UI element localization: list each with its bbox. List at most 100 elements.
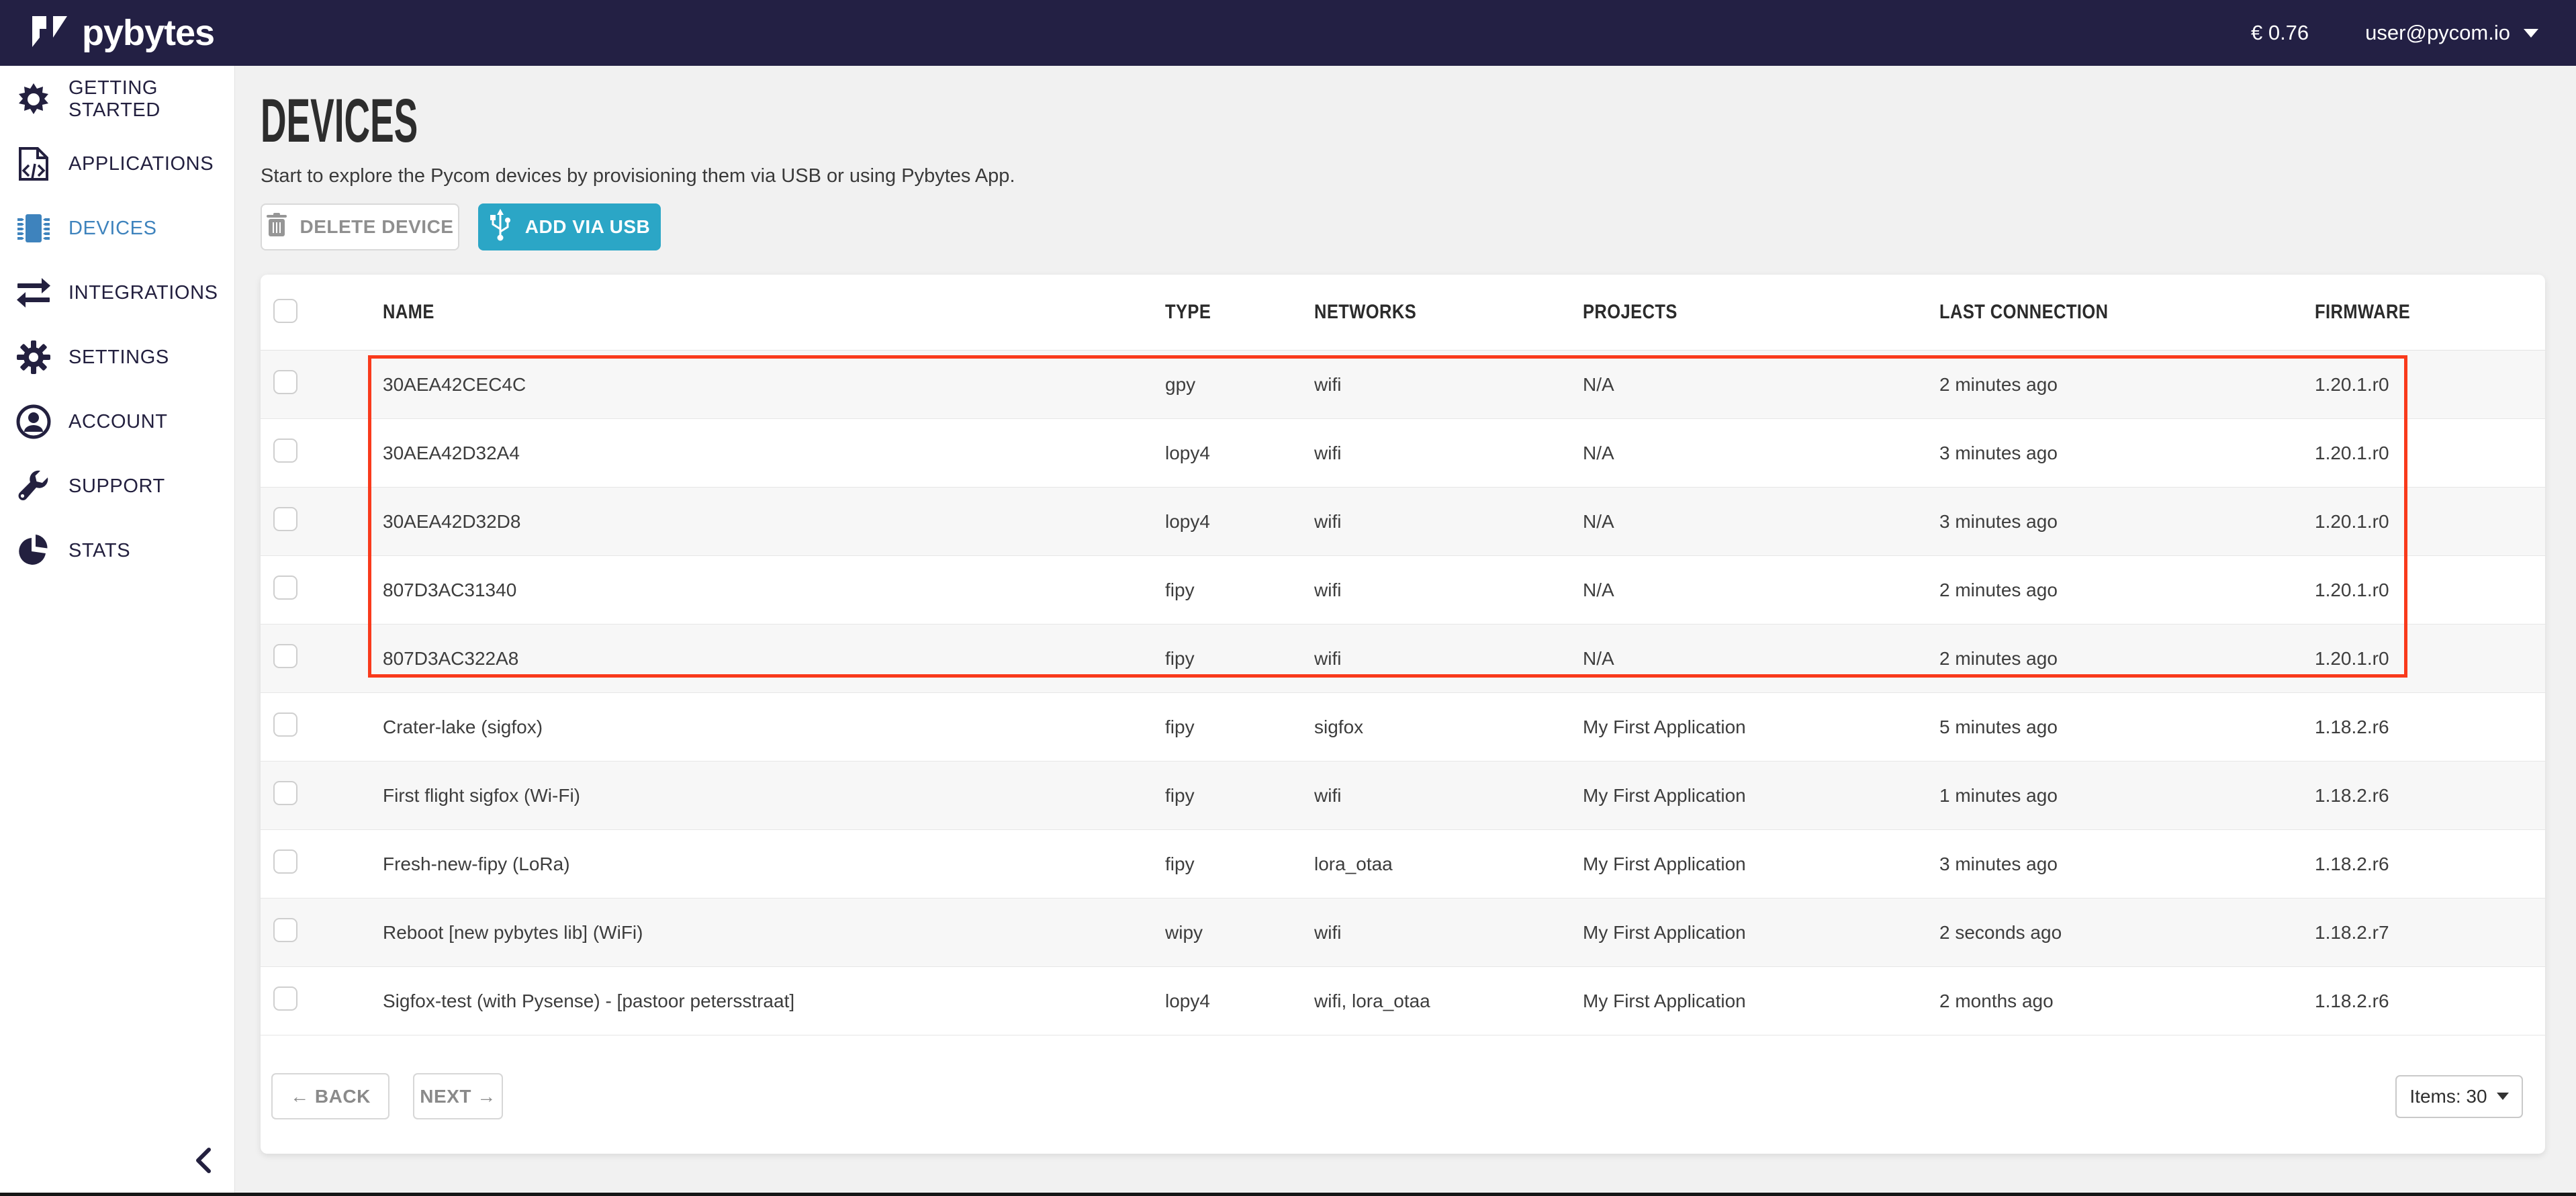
cell-projects: N/A (1583, 374, 1939, 396)
gear-icon (16, 340, 51, 375)
cell-name: Crater-lake (sigfox) (383, 717, 1165, 738)
sidebar-item-label: APPLICATIONS (68, 153, 214, 175)
add-via-usb-button[interactable]: ADD VIA USB (478, 203, 661, 250)
sidebar-item-applications[interactable]: APPLICATIONS (0, 132, 234, 196)
row-checkbox-cell (261, 712, 383, 741)
table-row[interactable]: First flight sigfox (Wi-Fi)fipywifiMy Fi… (261, 762, 2545, 830)
topbar: pybytes € 0.76 user@pycom.io (0, 0, 2576, 66)
row-checkbox-cell (261, 849, 383, 878)
next-button[interactable]: NEXT → (413, 1073, 503, 1119)
cell-type: gpy (1165, 374, 1314, 396)
table-row[interactable]: 807D3AC322A8fipywifiN/A2 minutes ago1.20… (261, 625, 2545, 693)
cell-firmware: 1.18.2.r7 (2315, 922, 2545, 944)
table-row[interactable]: Sigfox-test (with Pysense) - [pastoor pe… (261, 967, 2545, 1036)
user-menu[interactable]: user@pycom.io (2365, 21, 2538, 45)
row-checkbox[interactable] (273, 781, 297, 805)
pybytes-logo[interactable]: pybytes (31, 12, 214, 54)
user-icon (16, 404, 51, 439)
cell-last-connection: 3 minutes ago (1939, 511, 2315, 533)
cell-networks: wifi (1314, 580, 1583, 601)
sidebar-collapse-button[interactable] (193, 1146, 213, 1179)
sidebar-item-label: GETTING STARTED (68, 77, 234, 122)
brand-text: pybytes (82, 12, 214, 54)
chevron-down-icon (2497, 1093, 2509, 1100)
cell-networks: lora_otaa (1314, 854, 1583, 875)
cell-name: 807D3AC31340 (383, 580, 1165, 601)
cell-name: 30AEA42CEC4C (383, 374, 1165, 396)
row-checkbox[interactable] (273, 507, 297, 531)
cell-firmware: 1.18.2.r6 (2315, 991, 2545, 1012)
cell-last-connection: 2 months ago (1939, 991, 2315, 1012)
table-row[interactable]: 807D3AC31340fipywifiN/A2 minutes ago1.20… (261, 556, 2545, 625)
table-body: 30AEA42CEC4CgpywifiN/A2 minutes ago1.20.… (261, 351, 2545, 1036)
cell-type: fipy (1165, 854, 1314, 875)
cell-last-connection: 3 minutes ago (1939, 854, 2315, 875)
cell-projects: N/A (1583, 511, 1939, 533)
cell-name: 807D3AC322A8 (383, 648, 1165, 670)
row-checkbox[interactable] (273, 918, 297, 942)
row-checkbox[interactable] (273, 439, 297, 463)
sidebar-item-integrations[interactable]: INTEGRATIONS (0, 261, 234, 325)
column-header-networks: NETWORKS (1314, 301, 1583, 324)
table-row[interactable]: 30AEA42CEC4CgpywifiN/A2 minutes ago1.20.… (261, 351, 2545, 419)
cell-firmware: 1.20.1.r0 (2315, 580, 2545, 601)
row-checkbox-cell (261, 918, 383, 947)
cell-firmware: 1.20.1.r0 (2315, 648, 2545, 670)
items-per-page-dropdown[interactable]: Items: 30 (2395, 1075, 2523, 1118)
table-row[interactable]: 30AEA42D32A4lopy4wifiN/A3 minutes ago1.2… (261, 419, 2545, 488)
row-checkbox[interactable] (273, 644, 297, 668)
delete-device-button[interactable]: DELETE DEVICE (261, 203, 459, 250)
select-all-checkbox[interactable] (273, 299, 297, 323)
row-checkbox[interactable] (273, 986, 297, 1011)
cell-type: fipy (1165, 580, 1314, 601)
cell-name: First flight sigfox (Wi-Fi) (383, 785, 1165, 807)
cell-last-connection: 2 minutes ago (1939, 580, 2315, 601)
cell-networks: wifi (1314, 511, 1583, 533)
cell-projects: My First Application (1583, 854, 1939, 875)
cell-projects: My First Application (1583, 991, 1939, 1012)
cell-networks: sigfox (1314, 717, 1583, 738)
cell-projects: My First Application (1583, 785, 1939, 807)
devices-table-card: NAME TYPE NETWORKS PROJECTS LAST CONNECT… (261, 275, 2545, 1154)
column-header-type: TYPE (1165, 301, 1314, 324)
table-row[interactable]: Reboot [new pybytes lib] (WiFi)wipywifiM… (261, 899, 2545, 967)
column-header-last-connection: LAST CONNECTION (1939, 301, 2315, 324)
back-button[interactable]: ← BACK (271, 1073, 389, 1119)
table-row[interactable]: Crater-lake (sigfox)fipysigfoxMy First A… (261, 693, 2545, 762)
cell-networks: wifi (1314, 648, 1583, 670)
cell-networks: wifi (1314, 785, 1583, 807)
cell-type: lopy4 (1165, 443, 1314, 464)
cell-name: Sigfox-test (with Pysense) - [pastoor pe… (383, 991, 1165, 1012)
sidebar-item-settings[interactable]: SETTINGS (0, 325, 234, 389)
sidebar-item-label: STATS (68, 540, 130, 562)
row-checkbox[interactable] (273, 712, 297, 737)
cell-networks: wifi (1314, 443, 1583, 464)
sidebar-item-stats[interactable]: STATS (0, 518, 234, 583)
cell-networks: wifi, lora_otaa (1314, 991, 1583, 1012)
sidebar-item-support[interactable]: SUPPORT (0, 454, 234, 518)
table-header-row: NAME TYPE NETWORKS PROJECTS LAST CONNECT… (261, 275, 2545, 351)
table-row[interactable]: Fresh-new-fipy (LoRa)fipylora_otaaMy Fir… (261, 830, 2545, 899)
cell-firmware: 1.20.1.r0 (2315, 511, 2545, 533)
row-checkbox-cell (261, 370, 383, 399)
cell-firmware: 1.18.2.r6 (2315, 854, 2545, 875)
sidebar: GETTING STARTED APPLICATIONS DEVICESINTEGR… (0, 66, 235, 1196)
header-checkbox-cell (261, 299, 383, 326)
row-checkbox[interactable] (273, 576, 297, 600)
sidebar-item-getting-started[interactable]: GETTING STARTED (0, 67, 234, 132)
row-checkbox[interactable] (273, 370, 297, 394)
chip-icon (16, 211, 51, 246)
sidebar-item-devices[interactable]: DEVICES (0, 196, 234, 261)
cell-projects: My First Application (1583, 717, 1939, 738)
code-file-icon (16, 146, 51, 181)
pagination: ← BACK NEXT → Items: 30 (261, 1036, 2545, 1119)
add-via-usb-label: ADD VIA USB (525, 216, 650, 238)
cell-networks: wifi (1314, 922, 1583, 944)
sidebar-item-account[interactable]: ACCOUNT (0, 389, 234, 454)
cell-projects: My First Application (1583, 922, 1939, 944)
cell-last-connection: 2 seconds ago (1939, 922, 2315, 944)
pycom-logo-icon (31, 15, 70, 52)
row-checkbox[interactable] (273, 849, 297, 874)
table-row[interactable]: 30AEA42D32D8lopy4wifiN/A3 minutes ago1.2… (261, 488, 2545, 556)
cell-name: Fresh-new-fipy (LoRa) (383, 854, 1165, 875)
